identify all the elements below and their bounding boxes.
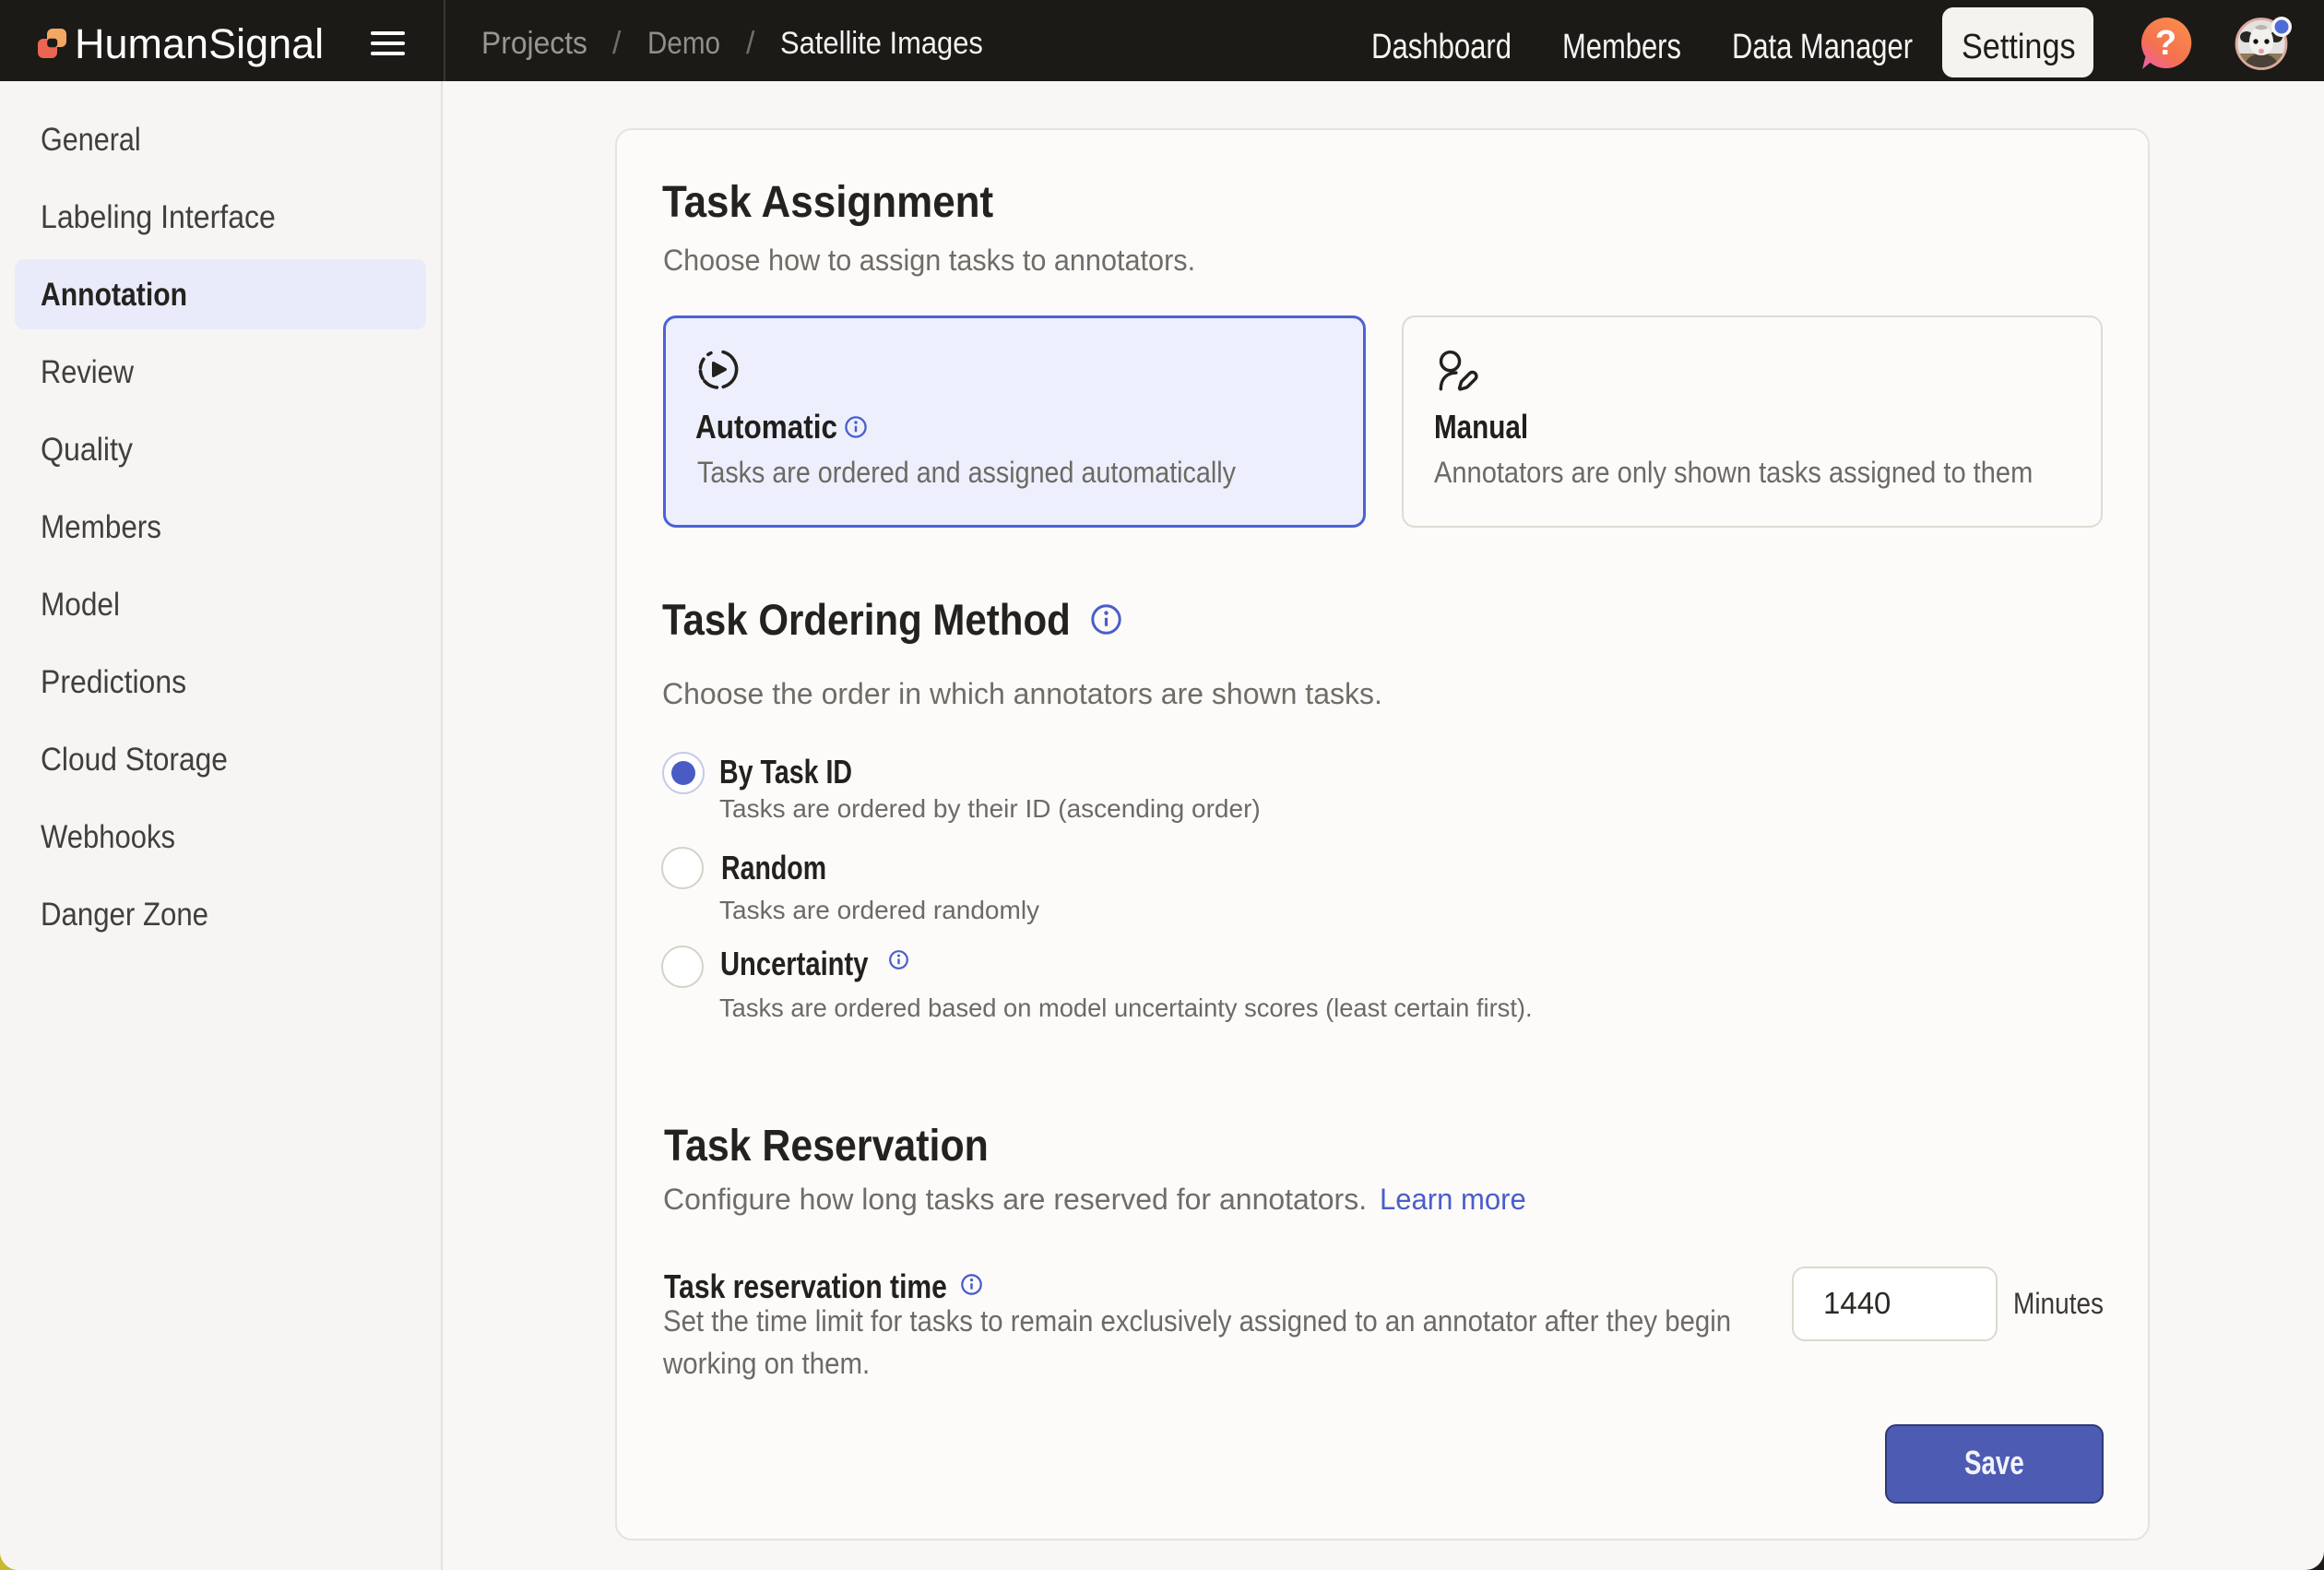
svg-text:?: ? xyxy=(2155,24,2176,63)
